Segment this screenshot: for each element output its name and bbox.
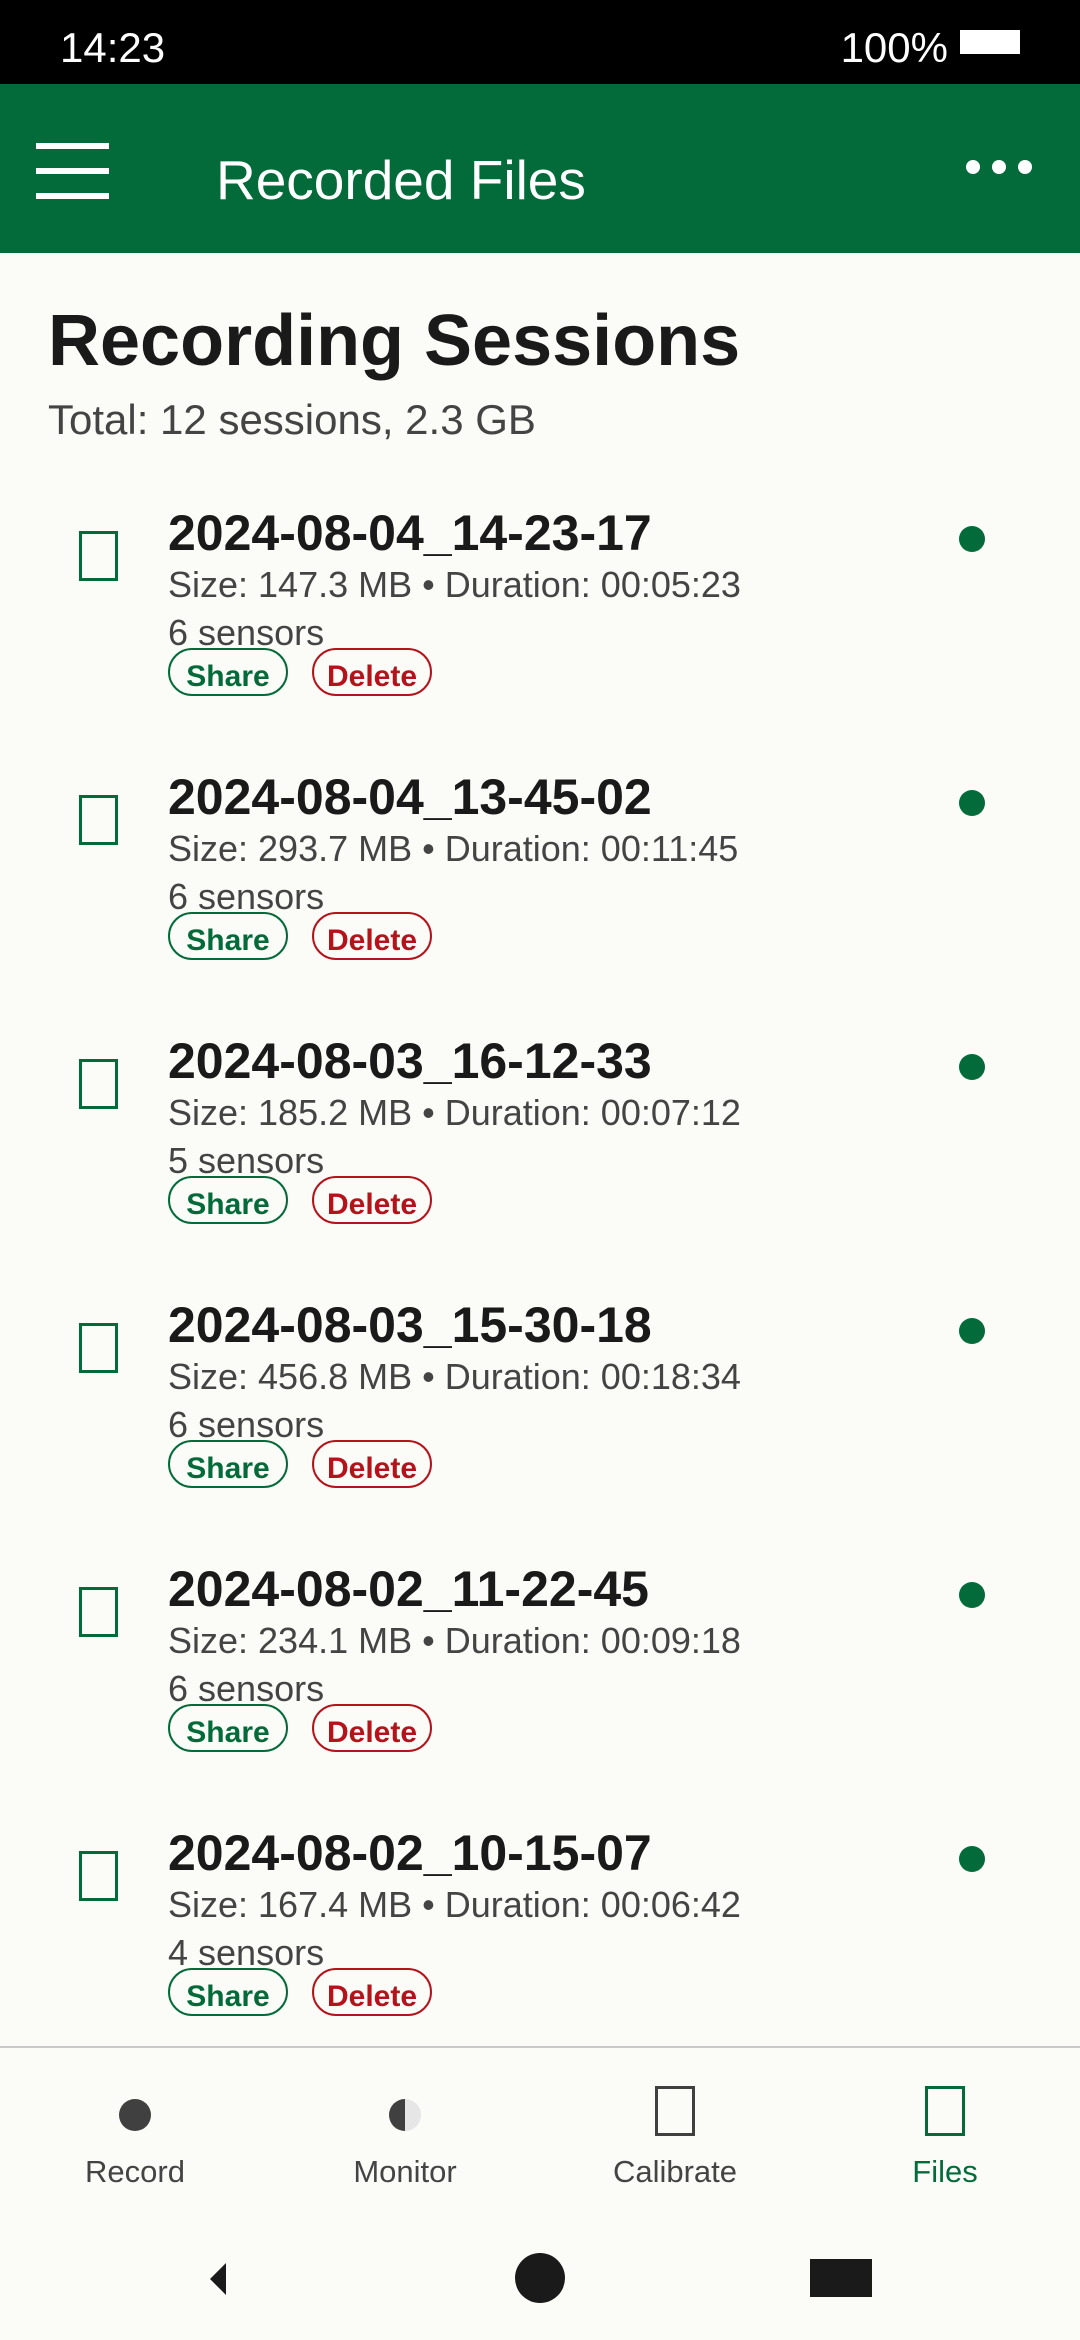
session-item[interactable]: 2024-08-02_10-15-07 Size: 167.4 MB • Dur… — [0, 1804, 1080, 2068]
nav-label: Files — [912, 2154, 978, 2189]
session-meta: Size: 234.1 MB • Duration: 00:09:18 — [168, 1620, 741, 1661]
session-meta: Size: 147.3 MB • Duration: 00:05:23 — [168, 564, 741, 605]
share-button[interactable]: Share — [168, 1704, 288, 1752]
battery-percentage: 100% — [840, 24, 948, 71]
bottom-navigation: Record Monitor Calibrate Files — [0, 2046, 1080, 2226]
session-name: 2024-08-02_10-15-07 — [168, 1825, 652, 1881]
session-item[interactable]: 2024-08-02_11-22-45 Size: 234.1 MB • Dur… — [0, 1540, 1080, 1804]
delete-button[interactable]: Delete — [312, 912, 432, 960]
nav-files[interactable]: Files — [810, 2048, 1080, 2228]
system-navigation-bar — [0, 2226, 1080, 2340]
status-dot-icon — [959, 526, 985, 552]
file-icon — [79, 1851, 118, 1901]
delete-button[interactable]: Delete — [312, 1704, 432, 1752]
session-name: 2024-08-02_11-22-45 — [168, 1561, 649, 1617]
app-bar: Recorded Files — [0, 84, 1080, 253]
delete-button[interactable]: Delete — [312, 1176, 432, 1224]
sessions-summary: Total: 12 sessions, 2.3 GB — [48, 396, 536, 443]
back-icon[interactable] — [210, 2263, 226, 2295]
status-dot-icon — [959, 1318, 985, 1344]
session-name: 2024-08-03_16-12-33 — [168, 1033, 652, 1089]
share-button[interactable]: Share — [168, 1440, 288, 1488]
session-list: 2024-08-04_14-23-17 Size: 147.3 MB • Dur… — [0, 484, 1080, 2068]
app-title: Recorded Files — [216, 149, 586, 211]
delete-button[interactable]: Delete — [312, 648, 432, 696]
file-icon — [79, 1059, 118, 1109]
session-meta: Size: 293.7 MB • Duration: 00:11:45 — [168, 828, 739, 869]
session-item[interactable]: 2024-08-03_15-30-18 Size: 456.8 MB • Dur… — [0, 1276, 1080, 1540]
file-icon — [79, 531, 118, 581]
share-button[interactable]: Share — [168, 648, 288, 696]
nav-record[interactable]: Record — [0, 2048, 270, 2228]
status-dot-icon — [959, 1582, 985, 1608]
file-icon — [79, 1587, 118, 1637]
nav-monitor[interactable]: Monitor — [270, 2048, 540, 2228]
session-item[interactable]: 2024-08-04_14-23-17 Size: 147.3 MB • Dur… — [0, 484, 1080, 748]
rectangle-icon — [925, 2086, 965, 2136]
share-button[interactable]: Share — [168, 1176, 288, 1224]
session-name: 2024-08-04_13-45-02 — [168, 769, 652, 825]
more-options-icon[interactable] — [966, 158, 1032, 178]
rectangle-icon — [655, 2086, 695, 2136]
delete-button[interactable]: Delete — [312, 1440, 432, 1488]
nav-label: Record — [85, 2154, 185, 2189]
file-icon — [79, 1323, 118, 1373]
recent-apps-icon[interactable] — [810, 2259, 872, 2297]
status-dot-icon — [959, 1054, 985, 1080]
half-circle-icon — [389, 2099, 421, 2131]
session-item[interactable]: 2024-08-04_13-45-02 Size: 293.7 MB • Dur… — [0, 748, 1080, 1012]
session-name: 2024-08-04_14-23-17 — [168, 505, 652, 561]
delete-button[interactable]: Delete — [312, 1968, 432, 2016]
home-icon[interactable] — [515, 2253, 565, 2303]
status-dot-icon — [959, 1846, 985, 1872]
record-dot-icon — [119, 2099, 151, 2131]
nav-label: Calibrate — [612, 2154, 738, 2189]
nav-calibrate[interactable]: Calibrate — [540, 2048, 810, 2228]
share-button[interactable]: Share — [168, 1968, 288, 2016]
status-dot-icon — [959, 790, 985, 816]
session-meta: Size: 185.2 MB • Duration: 00:07:12 — [168, 1092, 741, 1133]
status-time: 14:23 — [60, 24, 166, 71]
status-bar: 14:23 100% — [0, 0, 1080, 84]
share-button[interactable]: Share — [168, 912, 288, 960]
page-title: Recording Sessions — [48, 301, 741, 381]
file-icon — [79, 795, 118, 845]
nav-label: Monitor — [353, 2154, 457, 2189]
battery-icon — [960, 30, 1020, 54]
session-item[interactable]: 2024-08-03_16-12-33 Size: 185.2 MB • Dur… — [0, 1012, 1080, 1276]
menu-icon[interactable] — [36, 143, 109, 199]
session-name: 2024-08-03_15-30-18 — [168, 1297, 652, 1353]
session-meta: Size: 167.4 MB • Duration: 00:06:42 — [168, 1884, 741, 1925]
session-meta: Size: 456.8 MB • Duration: 00:18:34 — [168, 1356, 741, 1397]
